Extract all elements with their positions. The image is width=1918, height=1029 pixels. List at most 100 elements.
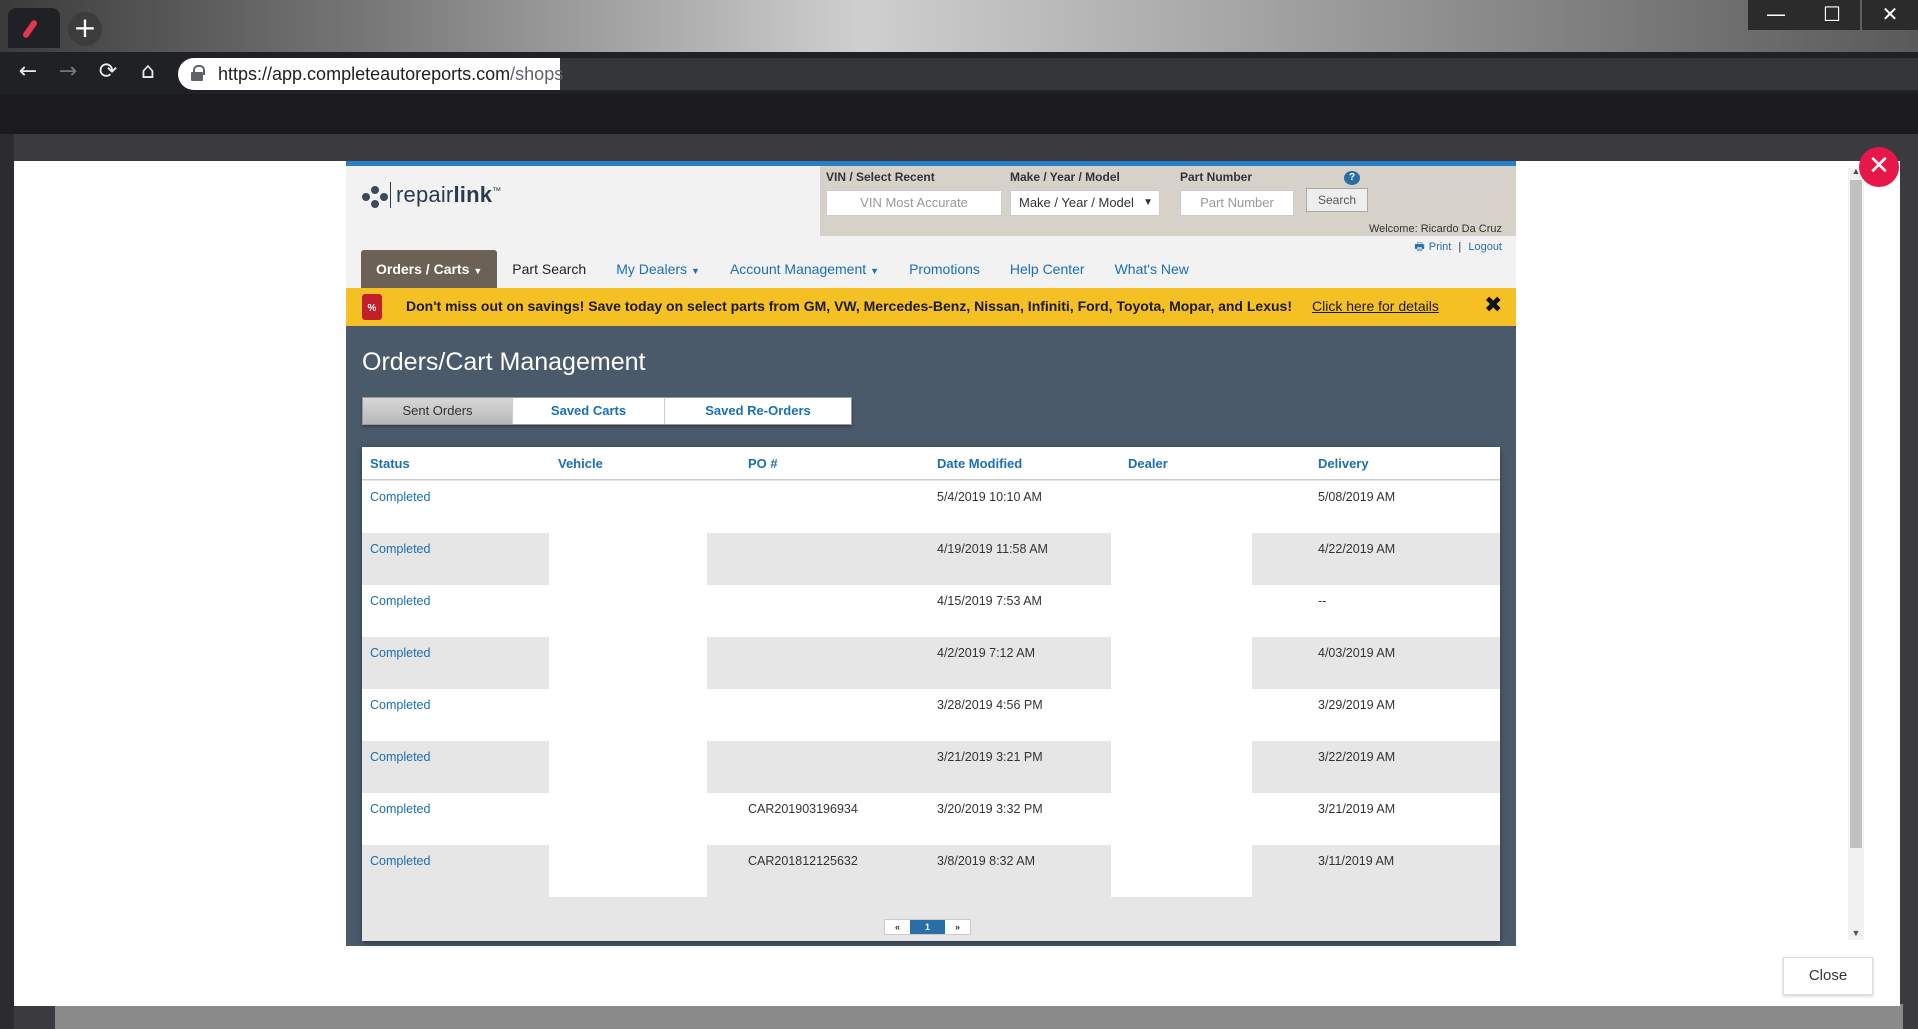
cell-po: CAR201903196934 <box>748 802 858 816</box>
cell-delivery: 3/22/2019 AM <box>1318 750 1396 764</box>
promo-banner: % Don't miss out on savings! Save today … <box>346 288 1516 326</box>
nav-part-search[interactable]: Part Search <box>497 250 601 288</box>
welcome-text: Welcome: Ricardo Da Cruz <box>1368 223 1502 235</box>
col-vehicle[interactable]: Vehicle <box>558 456 603 471</box>
promo-details-link[interactable]: Click here for details <box>1312 298 1439 314</box>
nav-promotions[interactable]: Promotions <box>894 250 995 288</box>
redacted-block <box>549 845 707 897</box>
table-row[interactable]: Completed 3/21/2019 3:21 PM 3/22/2019 AM <box>362 741 1500 793</box>
col-dealer[interactable]: Dealer <box>1128 456 1168 471</box>
make-year-model-select[interactable]: Make / Year / Model ▼ <box>1010 190 1160 216</box>
redacted-block <box>1111 845 1252 897</box>
tab-saved-reorders[interactable]: Saved Re-Orders <box>665 398 851 424</box>
cell-status[interactable]: Completed <box>370 802 430 816</box>
cell-status[interactable]: Completed <box>370 490 430 504</box>
cell-status[interactable]: Completed <box>370 854 430 868</box>
vin-input[interactable]: VIN Most Accurate <box>826 190 1002 216</box>
chevron-down-icon: ▼ <box>1143 197 1153 208</box>
search-button[interactable]: Search <box>1306 188 1368 212</box>
repairlink-app: repairlink™ VIN / Select Recent VIN Most… <box>346 161 1516 946</box>
repairlink-logo[interactable]: repairlink™ <box>396 182 501 208</box>
caret-down-icon: ▼ <box>473 266 483 276</box>
cell-status[interactable]: Completed <box>370 646 430 660</box>
table-row[interactable]: Completed 4/2/2019 7:12 AM 4/03/2019 AM <box>362 637 1500 689</box>
bookmarks-bar <box>0 94 1918 134</box>
table-header: Status Vehicle PO # Date Modified Dealer… <box>362 447 1500 480</box>
table-row[interactable]: Completed CAR201812125632 3/8/2019 8:32 AM… <box>362 845 1500 897</box>
nav-account-management[interactable]: Account Management ▼ <box>715 250 894 288</box>
tab-saved-carts[interactable]: Saved Carts <box>513 398 665 424</box>
help-icon[interactable]: ? <box>1344 171 1360 185</box>
logout-link[interactable]: Logout <box>1468 241 1502 253</box>
cell-date-modified: 4/19/2019 11:58 AM <box>937 542 1048 556</box>
table-row[interactable]: Completed CAR201903196934 3/20/2019 3:32 P… <box>362 793 1500 845</box>
maximize-button[interactable]: ☐ <box>1804 0 1860 30</box>
minimize-button[interactable]: — <box>1748 0 1804 30</box>
nav-part-search-label: Part Search <box>512 261 587 277</box>
nav-whats-new[interactable]: What's New <box>1100 250 1204 288</box>
caret-down-icon: ▼ <box>691 266 700 276</box>
cell-status[interactable]: Completed <box>370 542 430 556</box>
caret-down-icon: ▼ <box>870 266 880 276</box>
col-date-modified[interactable]: Date Modified <box>937 456 1022 471</box>
url-host: https://app.completeautoreports.com <box>218 64 511 84</box>
page-1-button[interactable]: 1 <box>910 920 945 934</box>
modal-scrollbar-thumb[interactable] <box>1850 180 1862 848</box>
cell-delivery: 5/08/2019 AM <box>1318 490 1396 504</box>
cell-date-modified: 3/21/2019 3:21 PM <box>937 750 1043 764</box>
modal-close-icon[interactable]: ✕ <box>1859 147 1899 187</box>
modal-close-button[interactable]: Close <box>1783 957 1873 995</box>
cell-delivery: -- <box>1318 594 1327 608</box>
col-status[interactable]: Status <box>370 456 410 471</box>
redacted-block <box>549 637 707 689</box>
repairlink-logo-icon <box>362 184 388 210</box>
nav-my-dealers-label: My Dealers <box>616 261 688 277</box>
prev-page-button[interactable]: « <box>885 920 910 934</box>
reload-icon[interactable]: ⟳ <box>94 59 122 87</box>
redacted-block <box>549 741 707 793</box>
browser-tab[interactable] <box>8 8 60 48</box>
logo-part1: repair <box>396 182 454 207</box>
orders-table: Status Vehicle PO # Date Modified Dealer… <box>362 447 1500 941</box>
lock-icon[interactable] <box>191 65 205 81</box>
orders-tabs: Sent Orders Saved Carts Saved Re-Orders <box>362 397 852 425</box>
table-row[interactable]: Completed 3/28/2019 4:56 PM 3/29/2019 AM <box>362 689 1500 741</box>
cell-status[interactable]: Completed <box>370 750 430 764</box>
print-link[interactable]: Print <box>1429 241 1452 253</box>
link-separator: | <box>1458 241 1462 253</box>
window-close-button[interactable]: ✕ <box>1862 0 1918 30</box>
table-row[interactable]: Completed 5/4/2019 10:10 AM 5/08/2019 AM <box>362 481 1500 533</box>
url-text: https://app.completeautoreports.com/shop… <box>218 64 563 85</box>
cell-delivery: 3/29/2019 AM <box>1318 698 1396 712</box>
url-path: /shops <box>510 64 564 84</box>
cell-status[interactable]: Completed <box>370 594 430 608</box>
nav-my-dealers[interactable]: My Dealers ▼ <box>601 250 715 288</box>
col-delivery[interactable]: Delivery <box>1318 456 1369 471</box>
table-row[interactable]: Completed 4/19/2019 11:58 AM 4/22/2019 AM <box>362 533 1500 585</box>
scroll-down-icon[interactable]: ▼ <box>1850 928 1862 940</box>
print-icon[interactable]: 🖶 <box>1414 241 1424 253</box>
tab-sent-orders[interactable]: Sent Orders <box>363 398 513 424</box>
promo-close-icon[interactable]: ✖ <box>1484 293 1502 318</box>
cell-status[interactable]: Completed <box>370 698 430 712</box>
table-row[interactable]: Completed 4/15/2019 7:53 AM -- <box>362 585 1500 637</box>
next-page-button[interactable]: » <box>945 920 970 934</box>
nav-orders-carts-label: Orders / Carts <box>376 261 470 277</box>
pagination: « 1 » <box>884 919 971 935</box>
col-po[interactable]: PO # <box>748 456 778 471</box>
logo-tm: ™ <box>492 185 502 196</box>
new-tab-button[interactable]: + <box>68 12 102 46</box>
sale-tag-icon: % <box>362 294 382 320</box>
nav-help-center[interactable]: Help Center <box>995 250 1100 288</box>
cell-date-modified: 5/4/2019 10:10 AM <box>937 490 1042 504</box>
redacted-block <box>1111 533 1252 585</box>
forward-icon[interactable]: → <box>54 59 82 87</box>
nav-orders-carts[interactable]: Orders / Carts ▼ <box>361 250 498 288</box>
favicon-icon <box>23 17 45 39</box>
cell-date-modified: 4/2/2019 7:12 AM <box>937 646 1035 660</box>
home-icon[interactable]: ⌂ <box>134 59 162 87</box>
part-number-input[interactable]: Part Number <box>1180 190 1294 216</box>
app-header: repairlink™ VIN / Select Recent VIN Most… <box>346 166 1516 288</box>
back-icon[interactable]: ← <box>14 59 42 87</box>
page-title: Orders/Cart Management <box>362 348 646 376</box>
